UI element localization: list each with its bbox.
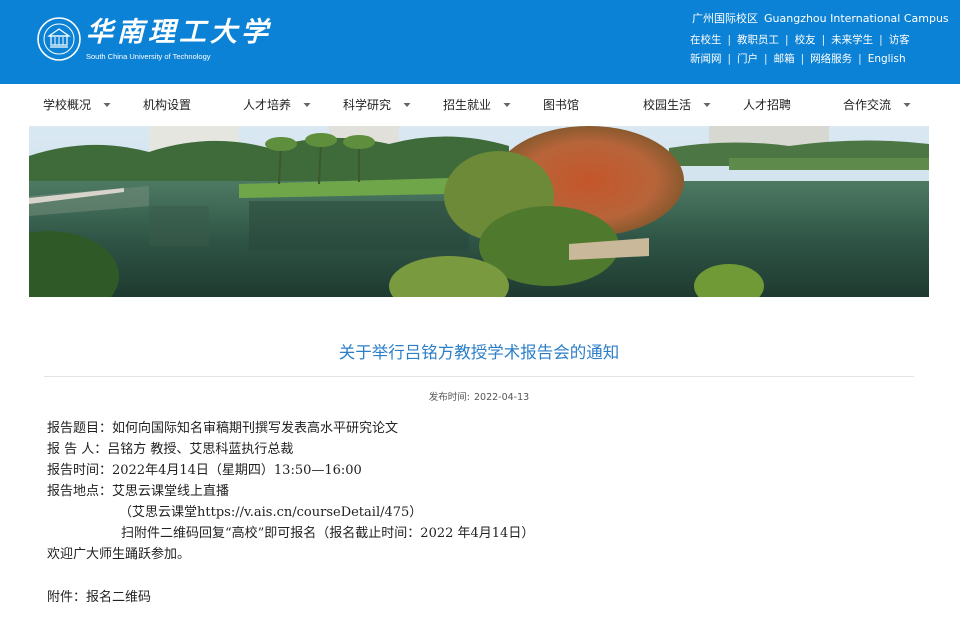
main-nav: 学校概况 机构设置 人才培养 科学研究 招生就业 图书馆 校园生活 人才招聘 合… [0,84,960,126]
link-english[interactable]: English [868,52,906,66]
report-location: 报告地点：艾思云课堂线上直播 [47,484,230,499]
title-divider [44,376,914,377]
chevron-down-icon [903,101,911,109]
report-registration: 扫附件二维码回复“高校”即可报名（报名截止时间：2022 年4月14日） [121,526,535,541]
report-topic: 报告题目：如何向国际知名审稿期刊撰写发表高水平研究论文 [47,421,399,436]
link-visitors[interactable]: 访客 [889,33,910,47]
nav-item-about[interactable]: 学校概况 [43,84,111,126]
campus-title: 广州国际校区 Guangzhou International Campus [692,12,949,26]
logo-english-name: South China University of Technology [86,52,211,61]
audience-links: 在校生 | 教职员工 | 校友 | 未来学生 | 访客 [690,33,930,47]
site-header: 华南理工大学 South China University of Technol… [0,0,960,84]
link-alumni[interactable]: 校友 [795,33,816,47]
chevron-down-icon [103,101,111,109]
link-mail[interactable]: 邮箱 [774,52,795,66]
nav-item-label: 人才培养 [243,98,292,112]
link-separator: | [727,53,732,65]
link-separator: | [785,34,789,46]
chevron-down-icon [403,101,411,109]
chevron-down-icon [703,101,711,109]
nav-item-label: 人才招聘 [743,98,792,112]
publish-date: 2022-04-13 [473,392,530,403]
campus-banner-image [29,126,929,297]
publish-label: 发布时间: [428,392,470,403]
service-links: 新闻网 | 门户 | 邮箱 | 网络服务 | English [690,52,930,66]
nav-item-campus-life[interactable]: 校园生活 [643,84,711,126]
article-body: 报告题目：如何向国际知名审稿期刊撰写发表高水平研究论文 报 告 人：吕铭方 教授… [47,418,907,608]
nav-item-label: 校园生活 [643,98,692,112]
nav-item-admissions[interactable]: 招生就业 [443,84,511,126]
link-portal[interactable]: 门户 [737,52,758,66]
link-separator: | [800,53,805,65]
report-course-link[interactable]: （艾思云课堂https://v.ais.cn/courseDetail/475） [47,502,907,523]
logo-chinese-name: 华南理工大学 [86,17,272,48]
link-news[interactable]: 新闻网 [690,52,722,66]
report-speaker: 报 告 人：吕铭方 教授、艾思科蓝执行总裁 [47,442,294,457]
nav-item-education[interactable]: 人才培养 [243,84,311,126]
nav-item-research[interactable]: 科学研究 [343,84,411,126]
link-separator: | [821,34,826,46]
link-future-students[interactable]: 未来学生 [831,33,873,47]
nav-item-label: 学校概况 [43,98,92,112]
nav-item-label: 图书馆 [543,98,580,112]
chevron-down-icon [303,101,311,109]
nav-item-library[interactable]: 图书馆 [543,84,579,126]
link-separator: | [764,53,768,65]
report-time: 报告时间：2022年4月14日（星期四）13:50—16:00 [47,463,362,478]
campus-name-en: Guangzhou International Campus [764,12,949,25]
nav-item-organization[interactable]: 机构设置 [143,84,191,126]
link-separator: | [879,34,883,46]
link-separator: | [727,34,732,46]
publish-info: 发布时间: 2022-04-13 [44,392,914,404]
nav-item-cooperation[interactable]: 合作交流 [843,84,911,126]
link-separator: | [858,53,862,65]
campus-name-cn: 广州国际校区 [692,12,758,25]
nav-item-recruitment[interactable]: 人才招聘 [743,84,791,126]
nav-item-label: 招生就业 [443,98,492,112]
article-title: 关于举行吕铭方教授学术报告会的通知 [338,343,620,362]
nav-item-label: 科学研究 [343,98,392,112]
link-network-service[interactable]: 网络服务 [810,52,852,66]
university-seal-icon [37,17,81,61]
link-students[interactable]: 在校生 [690,33,722,47]
university-logo[interactable]: 华南理工大学 South China University of Technol… [36,14,268,66]
nav-item-label: 合作交流 [843,98,892,112]
report-welcome: 欢迎广大师生踊跃参加。 [47,547,191,562]
link-staff[interactable]: 教职员工 [737,33,779,47]
nav-item-label: 机构设置 [143,98,192,112]
attachment-line[interactable]: 附件：报名二维码 [47,587,907,608]
chevron-down-icon [503,101,511,109]
